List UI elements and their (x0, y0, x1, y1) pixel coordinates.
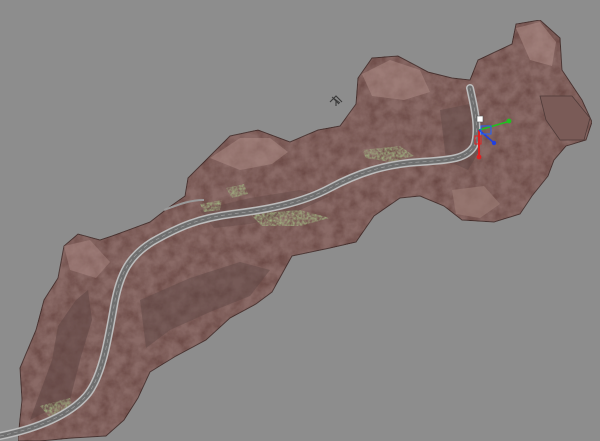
gizmo-z-handle[interactable] (476, 154, 482, 160)
terrain-cliff-base[interactable] (17, 19, 593, 441)
gizmo-x-handle[interactable] (491, 140, 497, 146)
gizmo-center-box[interactable] (476, 115, 484, 123)
scene-render[interactable] (0, 0, 600, 441)
gizmo-y-handle[interactable] (506, 118, 512, 124)
3d-viewport[interactable] (0, 0, 600, 441)
terrain-mesh[interactable] (17, 19, 593, 441)
directional-light-icon[interactable] (329, 95, 343, 106)
